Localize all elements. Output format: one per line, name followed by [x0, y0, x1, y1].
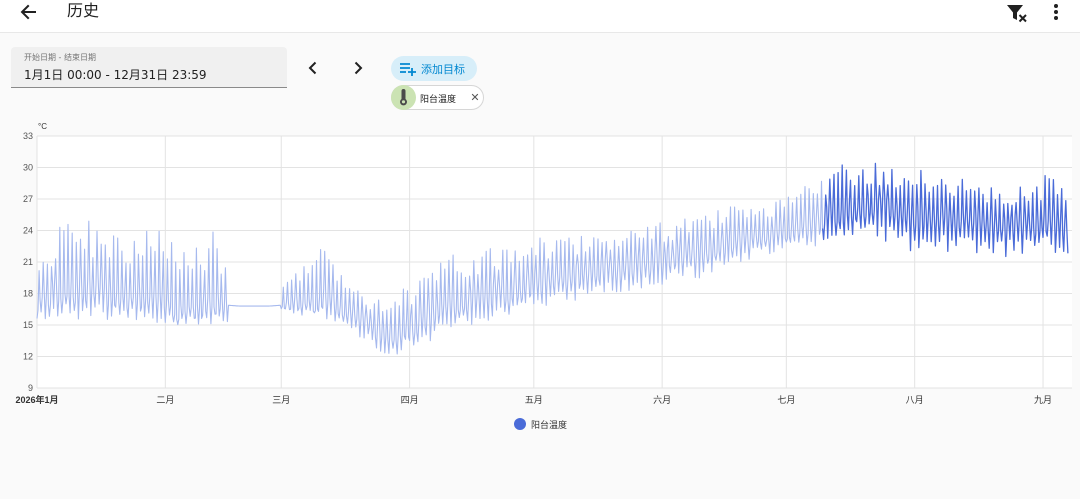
x-tick-label: 七月 [777, 395, 795, 405]
y-axis-label: °C [38, 122, 47, 131]
chip-label: 阳台温度 [420, 95, 457, 105]
more-vertical-icon [1054, 4, 1058, 20]
playlist-add-icon [400, 63, 416, 76]
x-tick-label: 五月 [525, 395, 543, 405]
y-tick-label: 30 [23, 163, 33, 173]
x-tick-label: 2026年1月 [15, 394, 58, 405]
arrow-back-icon [20, 4, 36, 20]
x-tick-label: 四月 [401, 395, 419, 405]
history-chart: 9 12 15 18 21 24 27 30 33 2026年1月 二月 三月 四月 五月 六月 七月 八月 九月… [0, 115, 1080, 445]
x-tick-label: 二月 [156, 395, 174, 405]
y-tick-label: 21 [23, 257, 33, 267]
date-range-field[interactable]: 开始日期 - 结束日期 1月1日 00:00 - 12月31日 23:59 [11, 47, 287, 88]
date-range-label: 开始日期 - 结束日期 [24, 53, 96, 62]
add-target-label: 添加目标 [421, 63, 465, 76]
temperature-line-chart: 9 12 15 18 21 24 27 30 33 2026年1月 二月 三月 四月 五月 六月 七月 八月 九月… [15, 122, 1072, 405]
next-period-button[interactable] [347, 57, 369, 79]
y-tick-label: 27 [23, 194, 33, 204]
clear-filter-button[interactable] [1004, 1, 1030, 25]
more-options-button[interactable] [1046, 1, 1066, 25]
chip-remove-icon[interactable]: ✕ [468, 89, 482, 106]
app-bar: 历史 [0, 0, 1080, 33]
add-target-button[interactable]: 添加目标 [391, 56, 477, 81]
chevron-left-icon [308, 61, 317, 75]
legend-marker [514, 418, 526, 430]
y-tick-label: 33 [23, 131, 33, 141]
filter-remove-icon [1007, 5, 1027, 23]
previous-period-button[interactable] [302, 57, 324, 79]
x-tick-label: 九月 [1034, 395, 1052, 405]
y-tick-label: 24 [23, 226, 33, 236]
chevron-right-icon [354, 61, 363, 75]
y-tick-label: 9 [28, 383, 33, 393]
entity-chip[interactable]: 阳台温度 ✕ [391, 85, 484, 110]
chip-avatar [391, 85, 416, 110]
legend-label: 阳台温度 [531, 421, 568, 431]
y-tick-label: 15 [23, 320, 33, 330]
x-tick-label: 六月 [653, 394, 671, 405]
x-tick-label: 八月 [906, 395, 924, 405]
thermometer-icon [400, 89, 407, 106]
y-tick-label: 18 [23, 289, 33, 299]
x-tick-label: 三月 [272, 395, 290, 405]
y-tick-label: 12 [23, 352, 33, 362]
date-range-value: 1月1日 00:00 - 12月31日 23:59 [24, 68, 207, 82]
page-title: 历史 [67, 1, 100, 20]
back-button[interactable] [16, 0, 42, 26]
